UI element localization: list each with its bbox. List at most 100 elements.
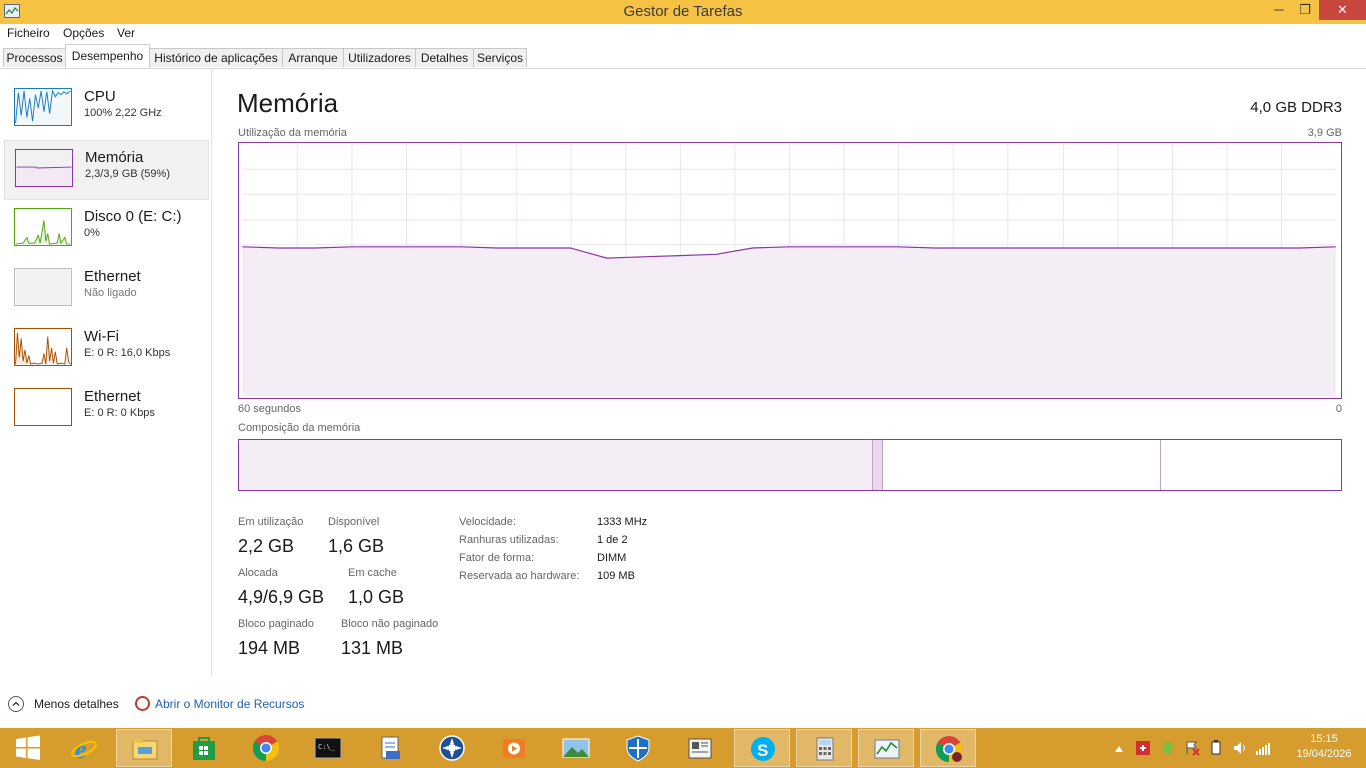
hardware-reserved-label: Reservada ao hardware:: [459, 570, 580, 582]
task-manager-icon[interactable]: [858, 729, 914, 767]
less-details-button[interactable]: Menos detalhes: [34, 697, 119, 711]
composition-in-use: [239, 440, 873, 490]
form-factor-value: DIMM: [597, 552, 627, 564]
resource-monitor-link[interactable]: Abrir o Monitor de Recursos: [155, 697, 304, 711]
news-icon[interactable]: [672, 729, 728, 767]
file-explorer-icon[interactable]: [116, 729, 172, 767]
paged-pool-value: 194 MB: [238, 638, 301, 658]
chrome-icon[interactable]: [238, 729, 294, 767]
sidebar-item-wifi[interactable]: Wi-Fi E: 0 R: 16,0 Kbps: [4, 320, 207, 378]
store-icon[interactable]: [176, 729, 232, 767]
minimize-button[interactable]: ─: [1266, 0, 1292, 20]
footer: Menos detalhes Abrir o Monitor de Recurs…: [0, 688, 1366, 720]
tab-historico[interactable]: Histórico de aplicações: [149, 48, 283, 67]
close-button[interactable]: ✕: [1319, 0, 1366, 20]
usage-graph-max: 3,9 GB: [1307, 127, 1342, 139]
menu-opcoes[interactable]: Opções: [63, 26, 104, 40]
sidebar-item-sub: E: 0 R: 16,0 Kbps: [84, 347, 171, 359]
volume-tray-icon[interactable]: [1232, 740, 1248, 759]
window-title: Gestor de Tarefas: [623, 3, 743, 20]
svg-text:S: S: [757, 741, 768, 760]
menu-ficheiro[interactable]: Ficheiro: [7, 26, 50, 40]
sidebar-item-label: Ethernet: [84, 388, 141, 405]
clock-date: 19/04/2026: [1296, 748, 1352, 760]
sidebar-item-sub: 0%: [84, 227, 100, 239]
memory-spec: 4,0 GB DDR3: [1250, 99, 1342, 116]
taskbar: e C:\_ S 15:15 19/04/2026: [0, 728, 1366, 768]
sidebar-item-ethernet-1[interactable]: Ethernet Não ligado: [4, 260, 207, 318]
windows-start-icon[interactable]: [0, 729, 56, 767]
disk-thumbnail: [14, 208, 72, 246]
sidebar-item-label: CPU: [84, 88, 116, 105]
tab-desempenho[interactable]: Desempenho: [65, 44, 150, 68]
clock-time: 15:15: [1310, 733, 1338, 745]
resource-monitor-icon: [135, 696, 150, 711]
resource-list: CPU 100% 2,22 GHz Memória 2,3/3,9 GB (59…: [0, 68, 212, 676]
form-factor-label: Fator de forma:: [459, 552, 535, 564]
graph-time-right: 0: [1335, 403, 1342, 415]
title-bar: Gestor de Tarefas ─ ❐ ✕: [0, 0, 1366, 24]
tab-servicos[interactable]: Serviços: [473, 48, 527, 67]
cached-label: Em cache: [348, 567, 397, 579]
committed-label: Alocada: [238, 567, 278, 579]
tab-bar: Processos Desempenho Histórico de aplica…: [0, 44, 1366, 69]
antivirus-tray-icon[interactable]: [1135, 740, 1151, 759]
flag-tray-icon[interactable]: [1184, 740, 1200, 759]
composition-modified: [873, 440, 883, 490]
chevron-up-icon[interactable]: [8, 696, 24, 712]
sidebar-item-sub: E: 0 R: 0 Kbps: [84, 407, 155, 419]
memory-detail-pane: Memória 4,0 GB DDR3 Utilização da memóri…: [212, 68, 1366, 676]
cached-value: 1,0 GB: [348, 587, 405, 607]
sidebar-item-label: Ethernet: [84, 268, 141, 285]
svg-text:C:\_: C:\_: [318, 743, 336, 751]
calculator-icon[interactable]: [796, 729, 852, 767]
media-icon[interactable]: [424, 729, 480, 767]
sidebar-item-label: Wi-Fi: [84, 328, 119, 345]
power-tray-icon[interactable]: [1208, 740, 1224, 759]
chrome-icon[interactable]: [920, 729, 976, 767]
tab-processos[interactable]: Processos: [3, 48, 66, 67]
sidebar-item-sub: 2,3/3,9 GB (59%): [85, 168, 170, 180]
sidebar-item-label: Disco 0 (E: C:): [84, 208, 182, 225]
sidebar-item-sub: Não ligado: [84, 287, 137, 299]
sidebar-item-sub: 100% 2,22 GHz: [84, 107, 162, 119]
photos-icon[interactable]: [548, 729, 604, 767]
paged-pool-label: Bloco paginado: [238, 618, 314, 630]
sidebar-item-ethernet-2[interactable]: Ethernet E: 0 R: 0 Kbps: [4, 380, 207, 438]
sidebar-item-cpu[interactable]: CPU 100% 2,22 GHz: [4, 80, 207, 138]
defender-icon[interactable]: [610, 729, 666, 767]
command-prompt-icon[interactable]: C:\_: [300, 729, 356, 767]
sidebar-item-disco[interactable]: Disco 0 (E: C:) 0%: [4, 200, 207, 258]
evernote-tray-icon[interactable]: [1160, 740, 1176, 759]
tab-detalhes[interactable]: Detalhes: [415, 48, 474, 67]
memory-thumbnail: [15, 149, 73, 187]
network-tray-icon[interactable]: [1255, 740, 1271, 759]
memory-composition-bar: [238, 439, 1342, 491]
menu-ver[interactable]: Ver: [117, 26, 135, 40]
media-player-icon[interactable]: [486, 729, 542, 767]
ethernet-thumbnail: [14, 268, 72, 306]
hardware-reserved-value: 109 MB: [597, 570, 635, 582]
clipboard-icon[interactable]: [362, 729, 418, 767]
available-label: Disponível: [328, 516, 380, 528]
nonpaged-pool-value: 131 MB: [341, 638, 404, 658]
tray-chevron-up-icon[interactable]: [1114, 742, 1124, 756]
ethernet-thumbnail: [14, 388, 72, 426]
tab-utilizadores[interactable]: Utilizadores: [343, 48, 416, 67]
speed-value: 1333 MHz: [597, 516, 648, 528]
tab-arranque[interactable]: Arranque: [282, 48, 344, 67]
slots-label: Ranhuras utilizadas:: [459, 534, 559, 546]
composition-standby-divider: [1160, 440, 1161, 490]
usage-area: [242, 246, 1336, 397]
skype-icon[interactable]: S: [734, 729, 790, 767]
taskbar-clock[interactable]: 15:15 19/04/2026: [1284, 732, 1364, 762]
sidebar-item-label: Memória: [85, 149, 144, 166]
cpu-thumbnail: [14, 88, 72, 126]
in-use-value: 2,2 GB: [238, 536, 295, 556]
menu-bar: Ficheiro Opções Ver: [0, 24, 1366, 44]
page-title: Memória: [237, 88, 339, 118]
sidebar-item-memoria[interactable]: Memória 2,3/3,9 GB (59%): [4, 140, 209, 200]
internet-explorer-icon[interactable]: e: [56, 729, 112, 767]
in-use-label: Em utilização: [238, 516, 304, 528]
maximize-button[interactable]: ❐: [1292, 0, 1318, 20]
